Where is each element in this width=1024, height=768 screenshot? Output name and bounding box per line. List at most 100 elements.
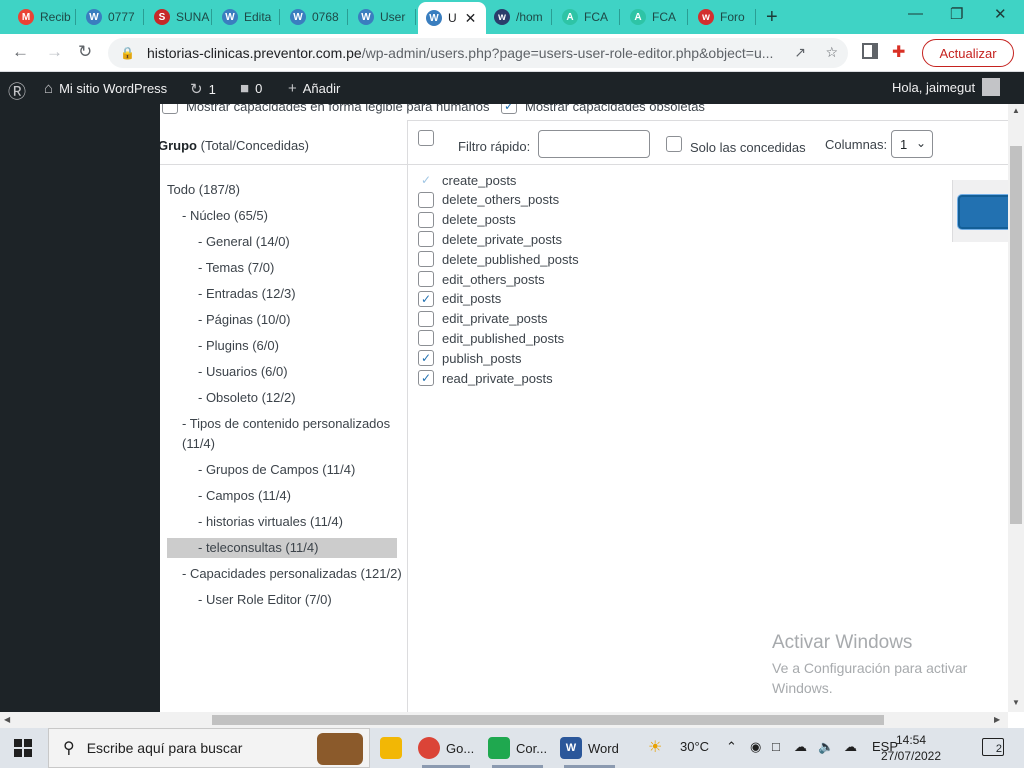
chevron-up-icon[interactable]: ⌃ [726,739,737,755]
browser-tab[interactable]: A FCA [622,4,688,30]
browser-tab[interactable]: W Edita [214,4,280,30]
human-readable-checkbox[interactable] [162,104,178,114]
group-item[interactable]: - Temas (7/0) [198,258,274,278]
weather-temp[interactable]: 30°C [680,739,709,754]
reload-icon[interactable]: ↻ [78,42,92,62]
capability-item[interactable]: read_private_posts [418,368,553,388]
group-item[interactable]: - Grupos de Campos (11/4) [198,460,355,480]
update-browser-button[interactable]: Actualizar [922,39,1014,67]
group-item[interactable]: - historias virtuales (11/4) [198,512,343,532]
browser-tab[interactable]: S SUNA [146,4,212,30]
columns-select[interactable]: 1 ⌄ [891,130,933,158]
side-panel-icon[interactable] [862,43,878,59]
capability-checkbox[interactable] [418,370,434,386]
browser-tab[interactable]: M Recib [10,4,76,30]
horizontal-scrollbar[interactable]: ◀ ▶ [0,712,1008,728]
taskbar-clock[interactable]: 14:54 27/07/2022 [876,732,946,764]
restore-icon[interactable]: ❐ [950,5,963,23]
capability-checkbox[interactable] [418,231,434,248]
vertical-scrollbar[interactable]: ▲ ▼ [1008,104,1024,712]
back-arrow-icon[interactable]: ← [12,42,29,62]
taskbar-app[interactable]: Go... [418,734,474,768]
update-role-button[interactable] [958,195,1008,229]
notification-center-icon[interactable]: 2 [982,738,1004,756]
group-item[interactable]: - teleconsultas (11/4) [167,538,397,558]
volume-icon[interactable]: 🔈 [818,739,834,755]
capability-item[interactable]: delete_others_posts [418,190,559,210]
account-greeting[interactable]: Hola, jaimegut [892,80,975,95]
vertical-scroll-thumb[interactable] [1010,146,1022,524]
taskbar-app[interactable] [380,734,408,762]
capability-item[interactable]: edit_posts [418,289,501,309]
capability-checkbox[interactable] [418,271,434,287]
browser-tab[interactable]: W User [350,4,416,30]
capability-item[interactable]: delete_published_posts [418,249,579,269]
scroll-right-icon[interactable]: ▶ [994,715,1000,724]
group-item[interactable]: - Núcleo (65/5) [182,206,268,226]
cloud-sync-icon[interactable]: ☁ [844,739,857,755]
bookmark-star-icon[interactable]: ☆ [825,44,838,60]
address-bar[interactable]: 🔒 historias-clinicas.preventor.com.pe/wp… [108,38,848,68]
taskbar-app[interactable]: Cor... [488,734,547,768]
minimize-icon[interactable]: — [908,5,923,22]
forward-arrow-icon[interactable]: → [46,42,63,62]
browser-tab[interactable]: W U ✕ [418,2,486,34]
capability-item[interactable]: edit_private_posts [418,309,548,329]
group-item[interactable]: - Campos (11/4) [198,486,291,506]
extension-icon[interactable]: ✚ [892,42,905,62]
site-name-link[interactable]: ⌂ Mi sitio WordPress [44,80,167,97]
close-window-icon[interactable]: ✕ [994,5,1007,23]
browser-tab[interactable]: W 0768 [282,4,348,30]
browser-tab[interactable]: w Foro [690,4,756,30]
capability-item[interactable]: create_posts [418,170,516,190]
browser-tab[interactable]: w/hom [486,4,552,30]
scroll-down-icon[interactable]: ▼ [1012,698,1020,707]
quick-filter-input[interactable] [538,130,650,158]
group-item[interactable]: Todo (187/8) [167,180,240,200]
capability-item[interactable]: publish_posts [418,348,522,368]
deprecated-option[interactable]: Mostrar capacidades obsoletas [501,104,705,114]
capability-checkbox[interactable] [418,350,434,367]
show-deprecated-checkbox[interactable] [501,104,517,114]
updates-link[interactable]: ↻ 1 [190,80,216,98]
windows-start-icon[interactable] [14,739,32,757]
group-item[interactable]: - Tipos de contenido personalizados (11/4… [182,414,390,454]
capability-checkbox[interactable] [418,251,434,268]
group-item[interactable]: - Páginas (10/0) [198,310,291,330]
group-item[interactable]: - Capacidades personalizadas (121/2) [182,564,402,584]
taskbar-search-box[interactable]: ⚲ Escribe aquí para buscar [48,728,370,768]
new-tab-button[interactable]: + [766,6,778,29]
capability-checkbox[interactable] [418,290,434,307]
group-item[interactable]: - Entradas (12/3) [198,284,296,304]
wordpress-logo-icon[interactable]: Ⓡ [8,78,32,104]
share-icon[interactable]: ↗ [794,44,806,60]
capability-item[interactable]: edit_others_posts [418,269,545,289]
group-item[interactable]: - Usuarios (6/0) [198,362,288,382]
capability-checkbox[interactable] [418,330,434,347]
horizontal-scroll-thumb[interactable] [212,715,884,725]
browser-tab[interactable]: A FCA [554,4,620,30]
granted-only-checkbox[interactable] [666,136,682,152]
add-new-link[interactable]: + Añadir [288,80,340,97]
comments-link[interactable]: ■ 0 [240,80,262,97]
group-item[interactable]: - Obsoleto (12/2) [198,388,296,408]
scroll-up-icon[interactable]: ▲ [1012,106,1020,115]
capability-item[interactable]: delete_private_posts [418,229,562,249]
taskbar-app[interactable]: W Word [560,734,619,768]
capability-checkbox[interactable] [418,310,434,327]
group-item[interactable]: - General (14/0) [198,232,290,252]
scroll-left-icon[interactable]: ◀ [4,715,10,724]
network-icon[interactable]: □ [772,739,780,754]
browser-tab[interactable]: W 0777 [78,4,144,30]
capability-checkbox[interactable] [418,211,434,228]
meet-now-icon[interactable]: ◉ [750,739,761,755]
onedrive-icon[interactable]: ☁ [794,739,807,755]
capability-item[interactable]: edit_published_posts [418,328,564,348]
close-tab-icon[interactable]: ✕ [465,10,477,27]
human-readable-option[interactable]: Mostrar capacidades en forma legible par… [162,104,490,114]
select-all-checkbox[interactable] [418,130,434,146]
avatar[interactable] [982,78,1000,96]
group-item[interactable]: - User Role Editor (7/0) [198,590,332,610]
capability-checkbox[interactable] [418,191,434,208]
capability-item[interactable]: delete_posts [418,210,516,230]
